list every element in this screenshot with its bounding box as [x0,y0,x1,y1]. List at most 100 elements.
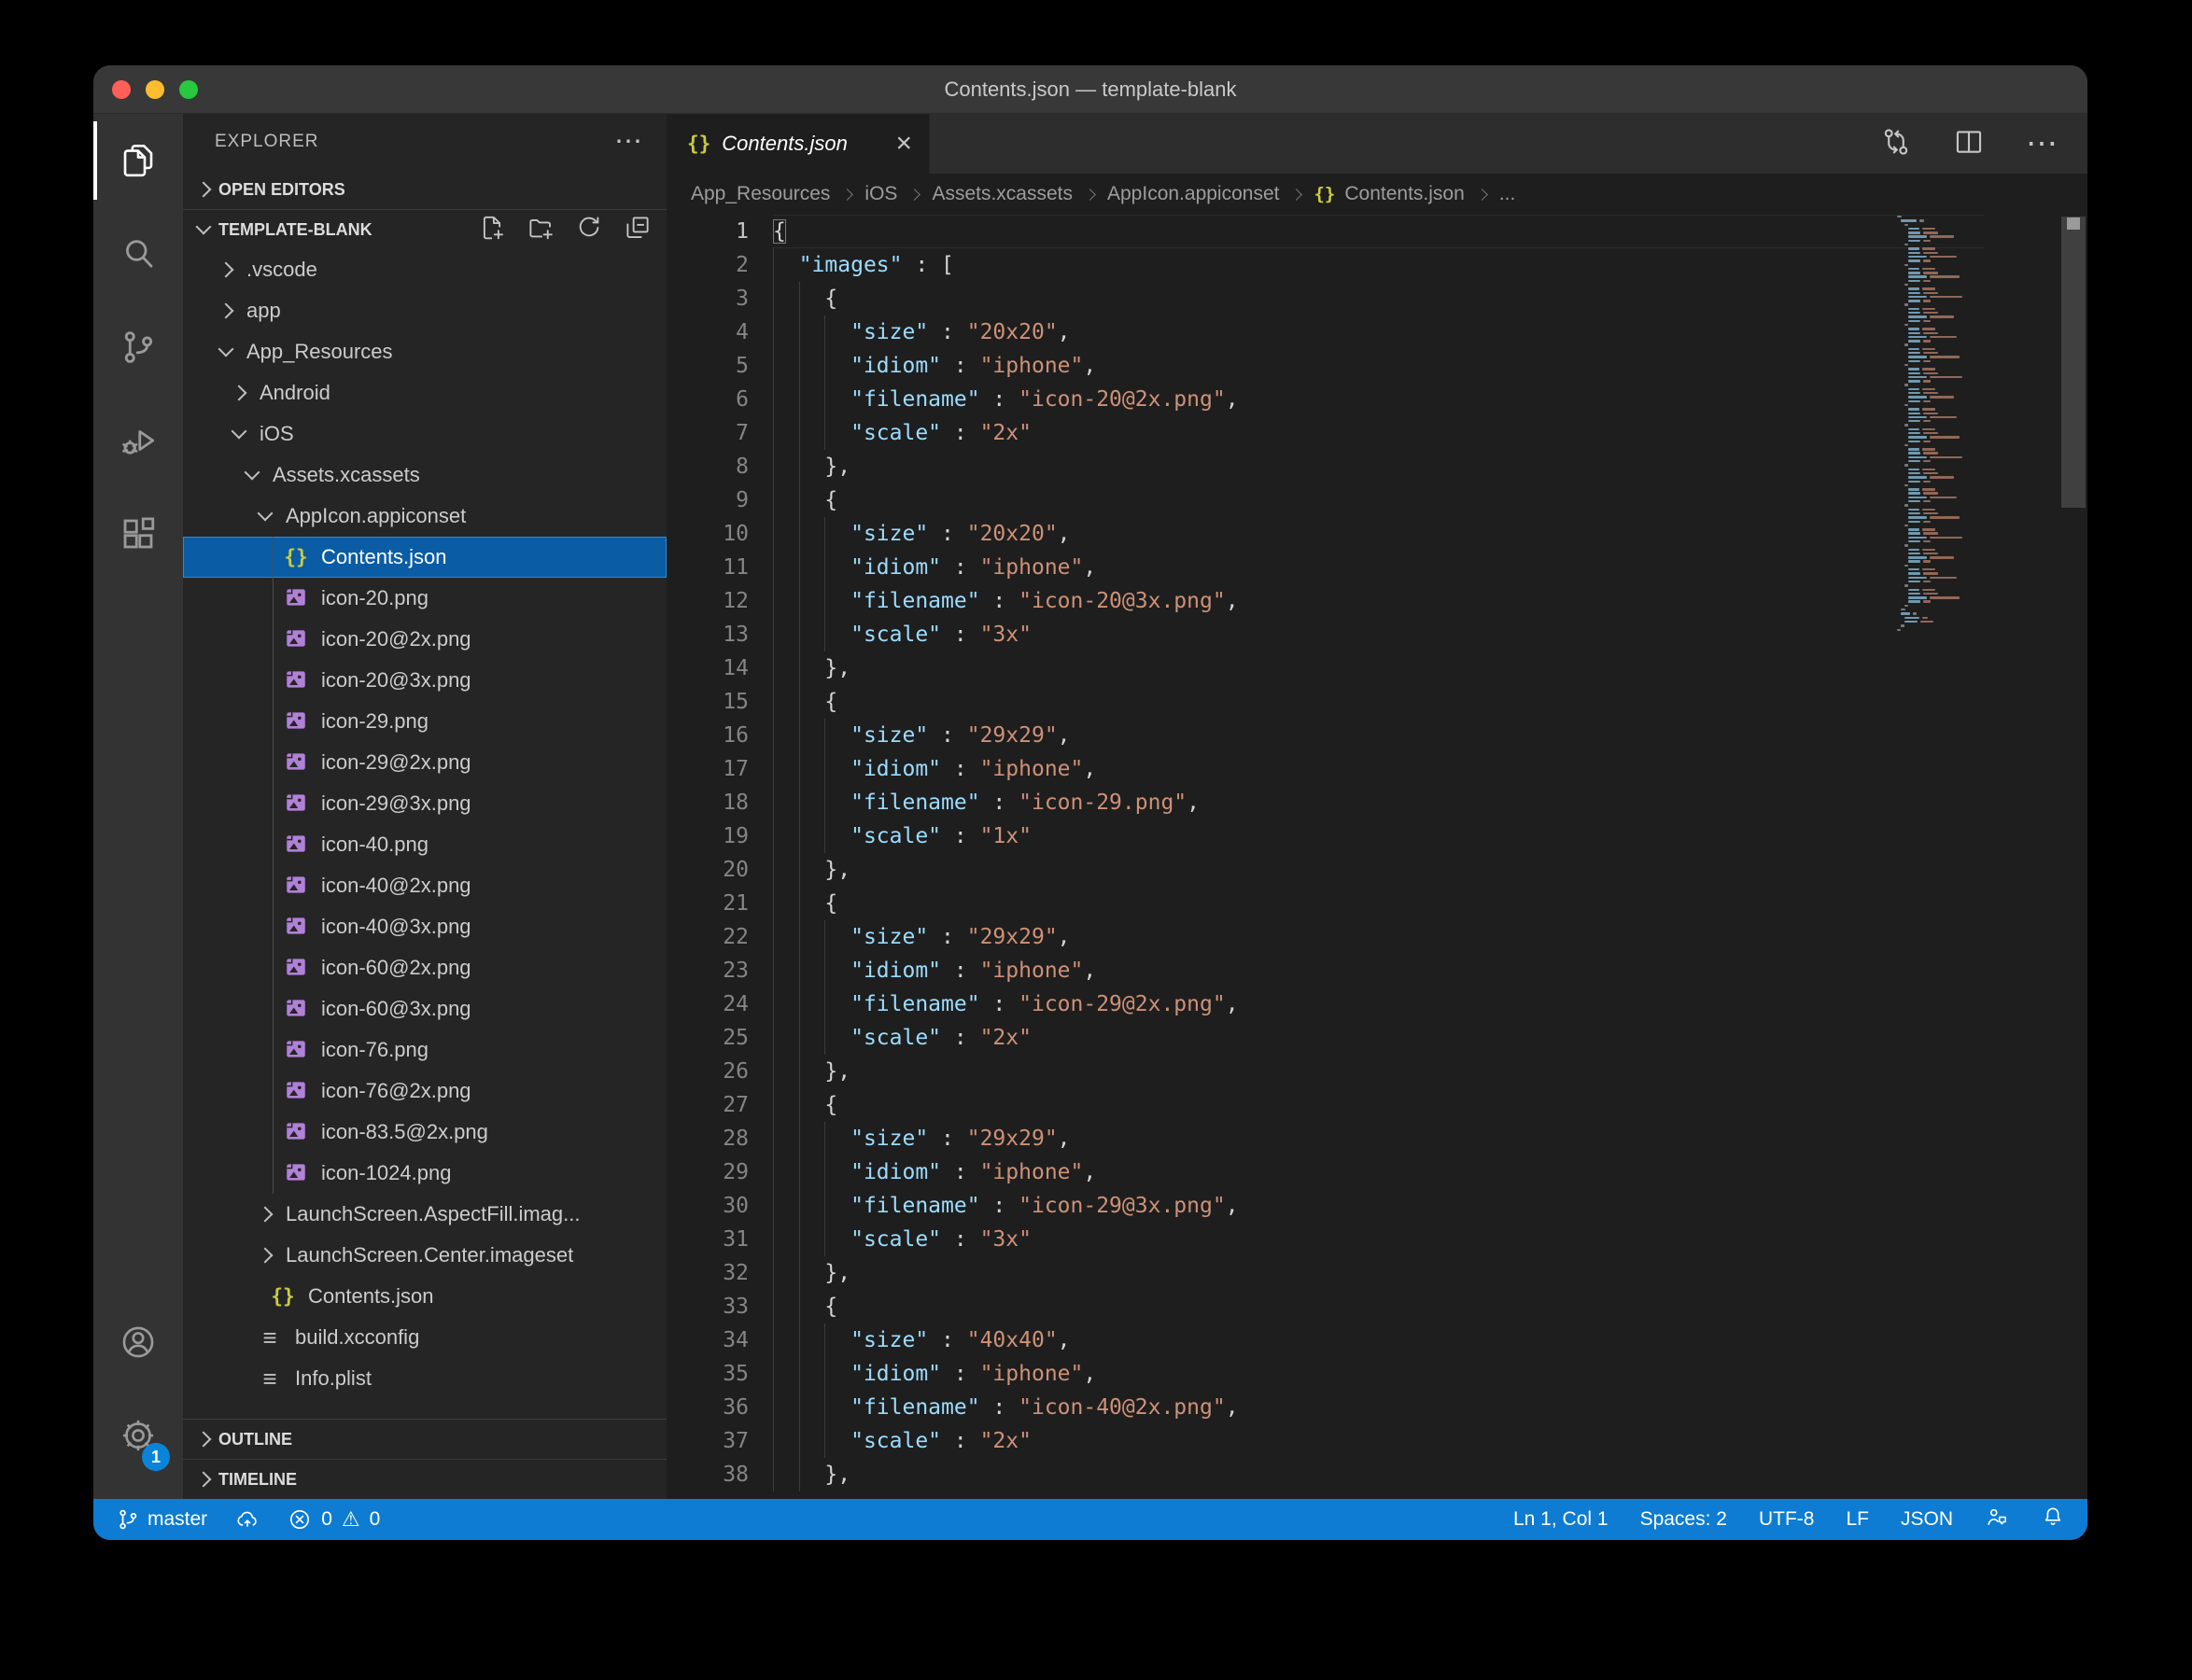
explorer-more-icon[interactable]: ⋯ [614,137,644,147]
eol-item[interactable]: LF [1846,1508,1869,1531]
tree-item-app-resources[interactable]: App_Resources [183,331,667,372]
code-line: 7 "scale" : "2x" [667,416,1985,450]
line-number: 31 [667,1223,749,1256]
code-line: 32 }, [667,1256,1985,1290]
tree-item-icon-29.png[interactable]: icon-29.png [183,701,667,742]
tree-item-icon-29@2x.png[interactable]: icon-29@2x.png [183,742,667,783]
json-file-icon: {} [269,1285,297,1308]
indent-guide [773,1021,774,1055]
code-line: 2 "images" : [ [667,248,1985,282]
tree-item-icon-40@3x.png[interactable]: icon-40@3x.png [183,906,667,947]
tree-item-icon-40@2x.png[interactable]: icon-40@2x.png [183,865,667,906]
tree-item-icon-20@3x.png[interactable]: icon-20@3x.png [183,660,667,701]
tree-item-icon-60@3x.png[interactable]: icon-60@3x.png [183,988,667,1029]
tree-item-build.xcconfig[interactable]: ≡build.xcconfig [183,1317,667,1358]
indent-guide [773,483,774,517]
editor-more-icon[interactable]: ⋯ [2026,139,2059,148]
explorer-icon[interactable] [93,114,183,207]
sync-changes-icon[interactable] [235,1507,260,1532]
tree-item-label: icon-29@3x.png [321,791,471,816]
tree-item-icon-76@2x.png[interactable]: icon-76@2x.png [183,1071,667,1112]
breadcrumb-item[interactable]: App_Resources [691,183,830,205]
indent-guide [773,1458,774,1491]
tree-item-icon-60@2x.png[interactable]: icon-60@2x.png [183,947,667,988]
language-mode-item[interactable]: JSON [1901,1508,1953,1531]
code-editor[interactable]: 1{2 "images" : [3 {4 "size" : "20x20",5 … [667,215,2087,1499]
image-file-icon [282,667,310,693]
source-control-icon[interactable] [93,301,183,394]
settings-gear-icon[interactable]: 1 [93,1389,183,1482]
tree-item-assets.xcassets[interactable]: Assets.xcassets [183,455,667,496]
breadcrumb-label: App_Resources [691,183,830,205]
chevron-right-icon [196,182,212,198]
indent-guide [773,618,774,651]
run-debug-icon[interactable] [93,394,183,487]
indent-guide [773,987,774,1021]
image-file-icon [282,1160,310,1186]
tree-item-icon-76.png[interactable]: icon-76.png [183,1029,667,1071]
tree-item-icon-20@2x.png[interactable]: icon-20@2x.png [183,619,667,660]
indent-guide [799,551,800,584]
split-editor-icon[interactable] [1953,126,1985,162]
tree-item-info.plist[interactable]: ≡Info.plist [183,1358,667,1399]
breadcrumb-item[interactable]: {}Contents.json [1314,183,1464,205]
workspace-section[interactable]: TEMPLATE-BLANK [183,210,667,249]
encoding-item[interactable]: UTF-8 [1759,1508,1815,1531]
line-number: 8 [667,450,749,483]
tree-item-.vscode[interactable]: .vscode [183,249,667,290]
git-branch-item[interactable]: master [116,1507,207,1532]
breadcrumb-item[interactable]: ... [1499,183,1516,205]
notifications-bell-icon[interactable] [2041,1505,2065,1534]
breadcrumb-item[interactable]: AppIcon.appiconset [1107,183,1279,205]
tree-item-icon-40.png[interactable]: icon-40.png [183,824,667,865]
minimap[interactable] [1895,215,1975,632]
tab-contents-json[interactable]: {} Contents.json × [667,114,930,174]
code-line: 4 "size" : "20x20", [667,315,1985,349]
cursor-position-item[interactable]: Ln 1, Col 1 [1513,1508,1609,1531]
close-tab-icon[interactable]: × [895,132,912,156]
editor-scrollbar[interactable] [2059,215,2087,1499]
refresh-icon[interactable] [575,214,603,246]
tree-item-icon-20.png[interactable]: icon-20.png [183,578,667,619]
collapse-all-icon[interactable] [624,214,652,246]
tree-item-contents.json[interactable]: {}Contents.json [183,1276,667,1317]
line-number: 20 [667,853,749,887]
problems-item[interactable]: 0 ⚠ 0 [288,1507,380,1532]
breadcrumb-item[interactable]: iOS [864,183,897,205]
scrollbar-thumb[interactable] [2061,217,2086,508]
line-number: 11 [667,551,749,584]
outline-section[interactable]: OUTLINE [183,1420,667,1459]
indent-guide [799,853,800,887]
timeline-section[interactable]: TIMELINE [183,1460,667,1499]
tree-item-launchscreen.aspectfill.imag...[interactable]: LaunchScreen.AspectFill.imag... [183,1194,667,1235]
code-line: 35 "idiom" : "iphone", [667,1357,1985,1391]
new-folder-icon[interactable] [527,214,555,246]
new-file-icon[interactable] [478,214,506,246]
breadcrumb-label: Assets.xcassets [932,183,1073,205]
tree-item-icon-29@3x.png[interactable]: icon-29@3x.png [183,783,667,824]
image-file-icon [282,955,310,981]
tree-item-contents.json[interactable]: {}Contents.json [183,537,667,578]
tree-item-android[interactable]: Android [183,372,667,413]
indent-guide [824,315,825,349]
account-icon[interactable] [93,1295,183,1389]
breadcrumb-item[interactable]: Assets.xcassets [932,183,1073,205]
tree-item-appicon.appiconset[interactable]: AppIcon.appiconset [183,496,667,537]
tree-item-launchscreen.center.imageset[interactable]: LaunchScreen.Center.imageset [183,1235,667,1276]
search-icon[interactable] [93,207,183,301]
indentation-item[interactable]: Spaces: 2 [1640,1508,1727,1531]
tree-item-ios[interactable]: iOS [183,413,667,455]
breadcrumb-label: iOS [864,183,897,205]
tree-item-app[interactable]: app [183,290,667,331]
open-editors-section[interactable]: OPEN EDITORS [183,170,667,209]
open-changes-icon[interactable] [1880,126,1912,162]
chevron-down-icon [258,506,274,522]
line-number: 21 [667,887,749,920]
feedback-icon[interactable] [1985,1505,2009,1534]
image-file-icon [282,1119,310,1145]
tree-item-icon-83.5@2x.png[interactable]: icon-83.5@2x.png [183,1112,667,1153]
extensions-icon[interactable] [93,487,183,581]
indent-guide [799,752,800,786]
tree-item-icon-1024.png[interactable]: icon-1024.png [183,1153,667,1194]
code-line: 27 { [667,1088,1985,1122]
